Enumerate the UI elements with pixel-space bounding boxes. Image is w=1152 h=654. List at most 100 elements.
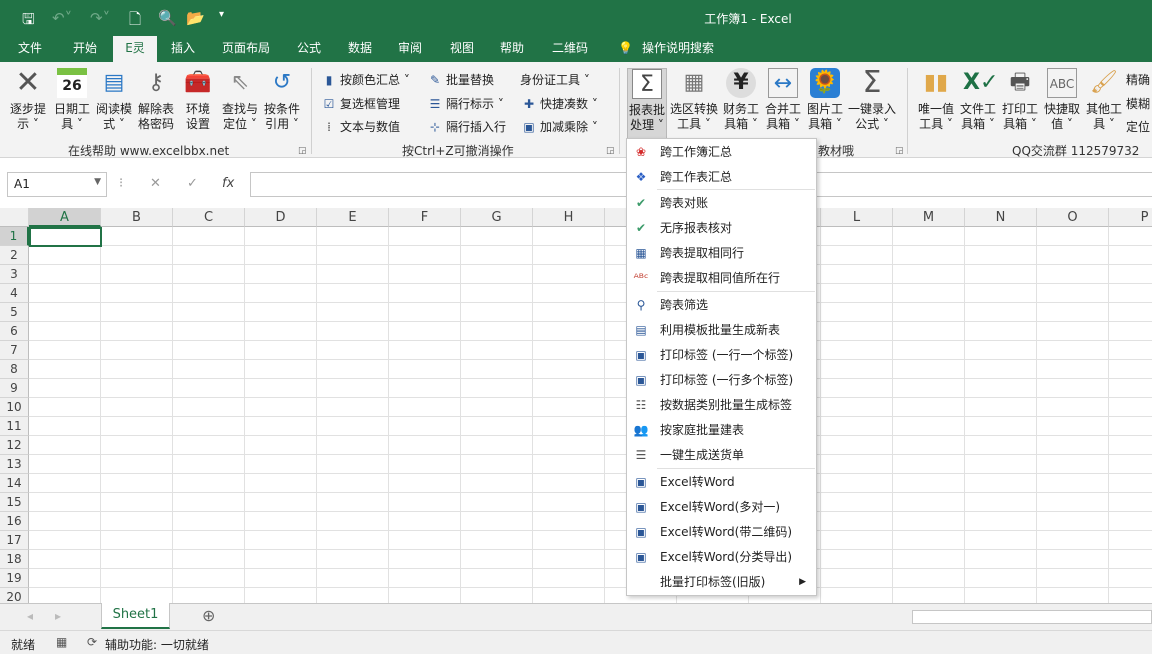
add-sheet-icon[interactable]: ⊕ xyxy=(202,606,215,625)
tab-view[interactable]: 视图 xyxy=(444,36,480,62)
quick-value-button[interactable]: ABC 快捷取值 ˅ xyxy=(1042,68,1082,132)
accessibility-status[interactable]: 辅助功能: 一切就绪 xyxy=(105,636,209,653)
select-all-corner[interactable] xyxy=(0,208,29,227)
menu-item[interactable]: ☰ 一键生成送货单 xyxy=(627,443,816,467)
tab-formulas[interactable]: 公式 xyxy=(291,36,327,62)
column-header-G[interactable]: G xyxy=(461,208,533,227)
color-summary-button[interactable]: ▮ 按颜色汇总 ˅ xyxy=(322,71,410,88)
scroll-right-icon[interactable]: ▸ xyxy=(55,609,61,623)
locate-button[interactable]: 定位 xyxy=(1126,118,1150,135)
column-header-N[interactable]: N xyxy=(965,208,1037,227)
row-header-12[interactable]: 12 xyxy=(0,436,29,455)
tab-help[interactable]: 帮助 xyxy=(494,36,530,62)
column-header-M[interactable]: M xyxy=(893,208,965,227)
worksheet-grid[interactable]: ABCDEFGHIJKLMNOP123456789101112131415161… xyxy=(0,208,1152,604)
menu-item[interactable]: 👥 按家庭批量建表 xyxy=(627,418,816,442)
active-cell[interactable] xyxy=(29,227,102,247)
row-header-8[interactable]: 8 xyxy=(0,360,29,379)
id-card-tool-button[interactable]: 身份证工具 ˅ xyxy=(520,71,590,88)
row-header-10[interactable]: 10 xyxy=(0,398,29,417)
unique-value-button[interactable]: ▮▮ 唯一值 工具 ˅ xyxy=(916,68,956,132)
column-header-O[interactable]: O xyxy=(1037,208,1109,227)
dialog-launcher-icon[interactable]: ◲ xyxy=(895,146,904,156)
menu-item[interactable]: ▣ 打印标签 (一行多个标签) xyxy=(627,368,816,392)
alternate-rows-button[interactable]: ☰ 隔行标示 ˅ xyxy=(428,95,504,112)
row-header-1[interactable]: 1 xyxy=(0,227,29,246)
menu-item[interactable]: ᴬᴮᶜ 跨表提取相同值所在行 xyxy=(627,266,816,290)
tab-file[interactable]: 文件 xyxy=(12,36,48,62)
column-header-A[interactable]: A xyxy=(29,208,101,227)
batch-replace-button[interactable]: ✎ 批量替换 xyxy=(428,71,494,88)
reading-mode-button[interactable]: ▤ 阅读模式 ˅ xyxy=(94,68,134,132)
row-header-16[interactable]: 16 xyxy=(0,512,29,531)
date-tool-button[interactable]: 26 日期工具 ˅ xyxy=(52,68,92,132)
insert-rows-button[interactable]: ⊹ 隔行插入行 xyxy=(428,118,506,135)
menu-item[interactable]: ⚲ 跨表筛选 xyxy=(627,293,816,317)
row-header-20[interactable]: 20 xyxy=(0,588,29,604)
quick-sum-button[interactable]: ✚ 快捷凑数 ˅ xyxy=(522,95,598,112)
menu-item[interactable]: ▣ 打印标签 (一行一个标签) xyxy=(627,343,816,367)
dialog-launcher-icon[interactable]: ◲ xyxy=(606,146,615,156)
quick-formula-button[interactable]: Σ 一键录入 公式 ˅ xyxy=(846,68,898,132)
print-toolbox-button[interactable]: 🖶 打印工 具箱 ˅ xyxy=(1000,68,1040,132)
chevron-down-icon[interactable]: ▼ xyxy=(94,177,101,187)
dialog-launcher-icon[interactable]: ◲ xyxy=(298,146,307,156)
tab-insert[interactable]: 插入 xyxy=(165,36,201,62)
find-locate-button[interactable]: ⇖ 查找与 定位 ˅ xyxy=(220,68,260,132)
row-header-13[interactable]: 13 xyxy=(0,455,29,474)
fuzzy-button[interactable]: 模糊 xyxy=(1126,95,1150,112)
menu-item[interactable]: ☷ 按数据类别批量生成标签 xyxy=(627,393,816,417)
menu-item[interactable]: ❀ 跨工作簿汇总 xyxy=(627,140,816,164)
tab-eling[interactable]: E灵 xyxy=(113,36,157,62)
row-header-9[interactable]: 9 xyxy=(0,379,29,398)
menu-item[interactable]: 批量打印标签(旧版) ▶ xyxy=(627,570,816,594)
row-header-14[interactable]: 14 xyxy=(0,474,29,493)
column-header-P[interactable]: P xyxy=(1109,208,1152,227)
tab-data[interactable]: 数据 xyxy=(342,36,378,62)
tab-page-layout[interactable]: 页面布局 xyxy=(216,36,276,62)
other-tools-button[interactable]: 🖌 其他工具 ˅ xyxy=(1084,68,1124,132)
conditional-ref-button[interactable]: ↺ 按条件 引用 ˅ xyxy=(262,68,302,132)
row-header-7[interactable]: 7 xyxy=(0,341,29,360)
row-header-6[interactable]: 6 xyxy=(0,322,29,341)
name-box[interactable]: A1 ▼ xyxy=(7,172,107,197)
finance-toolbox-button[interactable]: ¥ 财务工 具箱 ˅ xyxy=(721,68,761,132)
menu-item[interactable]: ✔ 跨表对账 xyxy=(627,191,816,215)
horizontal-scrollbar[interactable] xyxy=(912,610,1152,624)
menu-item[interactable]: ▣ Excel转Word(多对一) xyxy=(627,495,816,519)
column-header-B[interactable]: B xyxy=(101,208,173,227)
row-header-3[interactable]: 3 xyxy=(0,265,29,284)
file-toolbox-button[interactable]: X✓ 文件工 具箱 ˅ xyxy=(958,68,998,132)
menu-item[interactable]: ▤ 利用模板批量生成新表 xyxy=(627,318,816,342)
tell-me-search[interactable]: 操作说明搜索 xyxy=(636,36,720,62)
row-header-17[interactable]: 17 xyxy=(0,531,29,550)
scroll-left-icon[interactable]: ◂ xyxy=(27,609,33,623)
merge-toolbox-button[interactable]: ↔ 合并工 具箱 ˅ xyxy=(763,68,803,132)
row-header-5[interactable]: 5 xyxy=(0,303,29,322)
menu-item[interactable]: ❖ 跨工作表汇总 xyxy=(627,165,816,189)
column-header-E[interactable]: E xyxy=(317,208,389,227)
macro-record-icon[interactable]: ▦ xyxy=(56,635,67,649)
row-header-2[interactable]: 2 xyxy=(0,246,29,265)
tab-qrcode[interactable]: 二维码 xyxy=(546,36,594,62)
column-header-F[interactable]: F xyxy=(389,208,461,227)
row-header-18[interactable]: 18 xyxy=(0,550,29,569)
row-header-19[interactable]: 19 xyxy=(0,569,29,588)
text-number-button[interactable]: ⁞ 文本与数值 xyxy=(322,118,400,135)
exact-button[interactable]: 精确 xyxy=(1126,71,1150,88)
unlock-sheet-button[interactable]: ⚷ 解除表 格密码 xyxy=(136,68,176,132)
environment-settings-button[interactable]: 🧰 环境 设置 xyxy=(178,68,218,132)
menu-item[interactable]: ▣ Excel转Word xyxy=(627,470,816,494)
column-header-H[interactable]: H xyxy=(533,208,605,227)
menu-item[interactable]: ▣ Excel转Word(带二维码) xyxy=(627,520,816,544)
tab-home[interactable]: 开始 xyxy=(67,36,103,62)
menu-item[interactable]: ▣ Excel转Word(分类导出) xyxy=(627,545,816,569)
selection-convert-button[interactable]: ▦ 选区转换 工具 ˅ xyxy=(668,68,720,132)
menu-item[interactable]: ▦ 跨表提取相同行 xyxy=(627,241,816,265)
tab-review[interactable]: 审阅 xyxy=(392,36,428,62)
column-header-C[interactable]: C xyxy=(173,208,245,227)
row-header-4[interactable]: 4 xyxy=(0,284,29,303)
enter-icon[interactable]: ✓ xyxy=(187,176,198,191)
menu-item[interactable]: ✔ 无序报表核对 xyxy=(627,216,816,240)
checkbox-manage-button[interactable]: ☑ 复选框管理 xyxy=(322,95,400,112)
